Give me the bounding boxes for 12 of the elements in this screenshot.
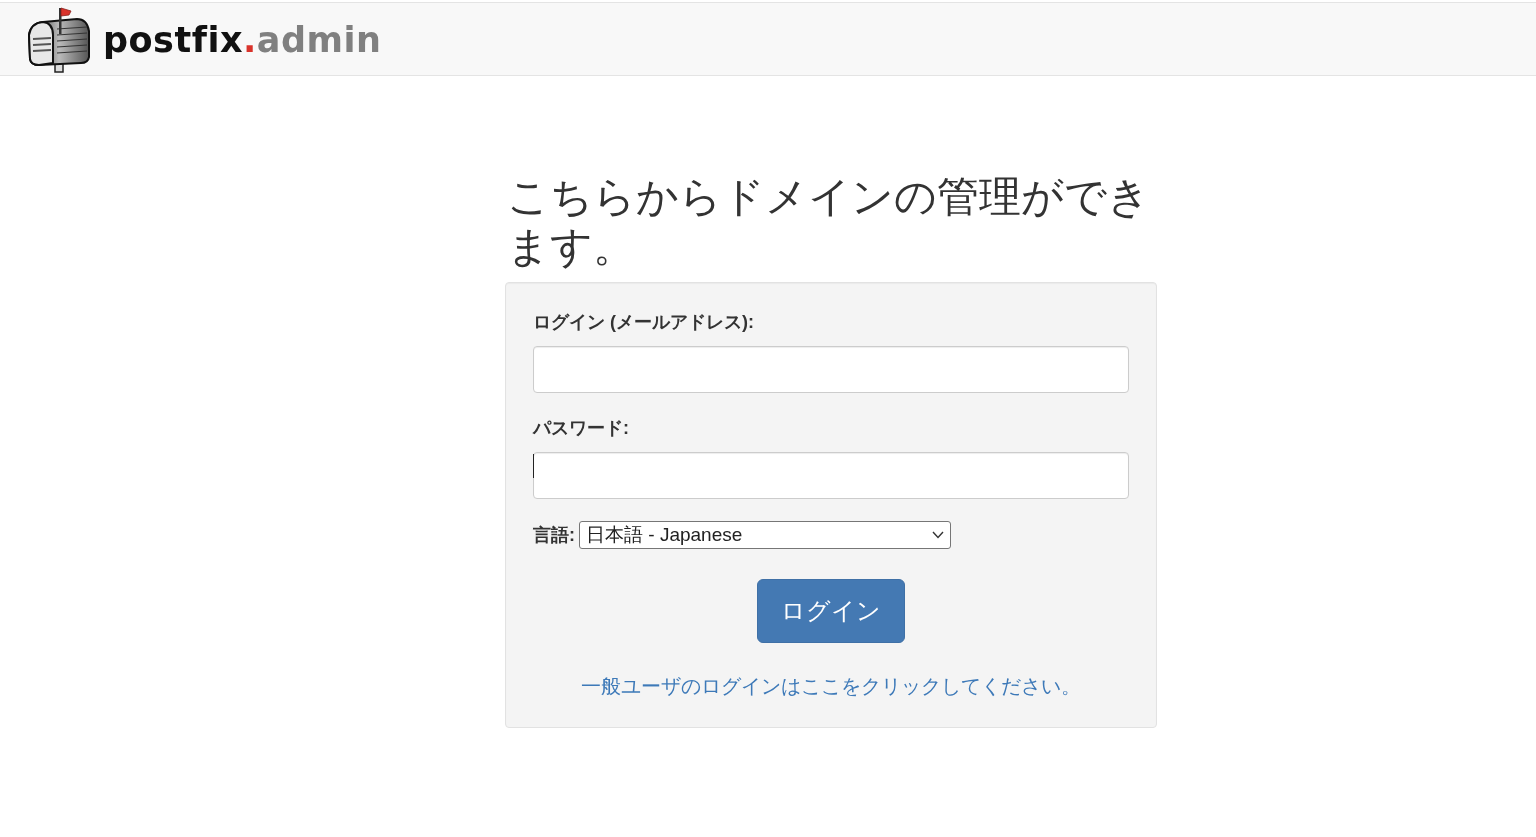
login-button[interactable]: ログイン [757,579,905,643]
user-login-link[interactable]: 一般ユーザのログインはここをクリックしてください。 [581,672,1081,702]
field-label: ログイン (メールアドレス): [533,311,754,334]
language-select[interactable]: 日本語 - Japanese [579,521,951,549]
email-field[interactable] [533,346,1129,393]
page-heading: こちらからドメインの管理ができます。 [507,172,1151,272]
logo-wordmark: postfix.admin [103,22,382,58]
field-label: パスワード: [533,417,629,440]
language-label: 言語: [533,523,575,547]
password-field[interactable] [533,452,1129,499]
chevron-down-icon [932,531,944,539]
mailbox-icon [25,5,91,73]
